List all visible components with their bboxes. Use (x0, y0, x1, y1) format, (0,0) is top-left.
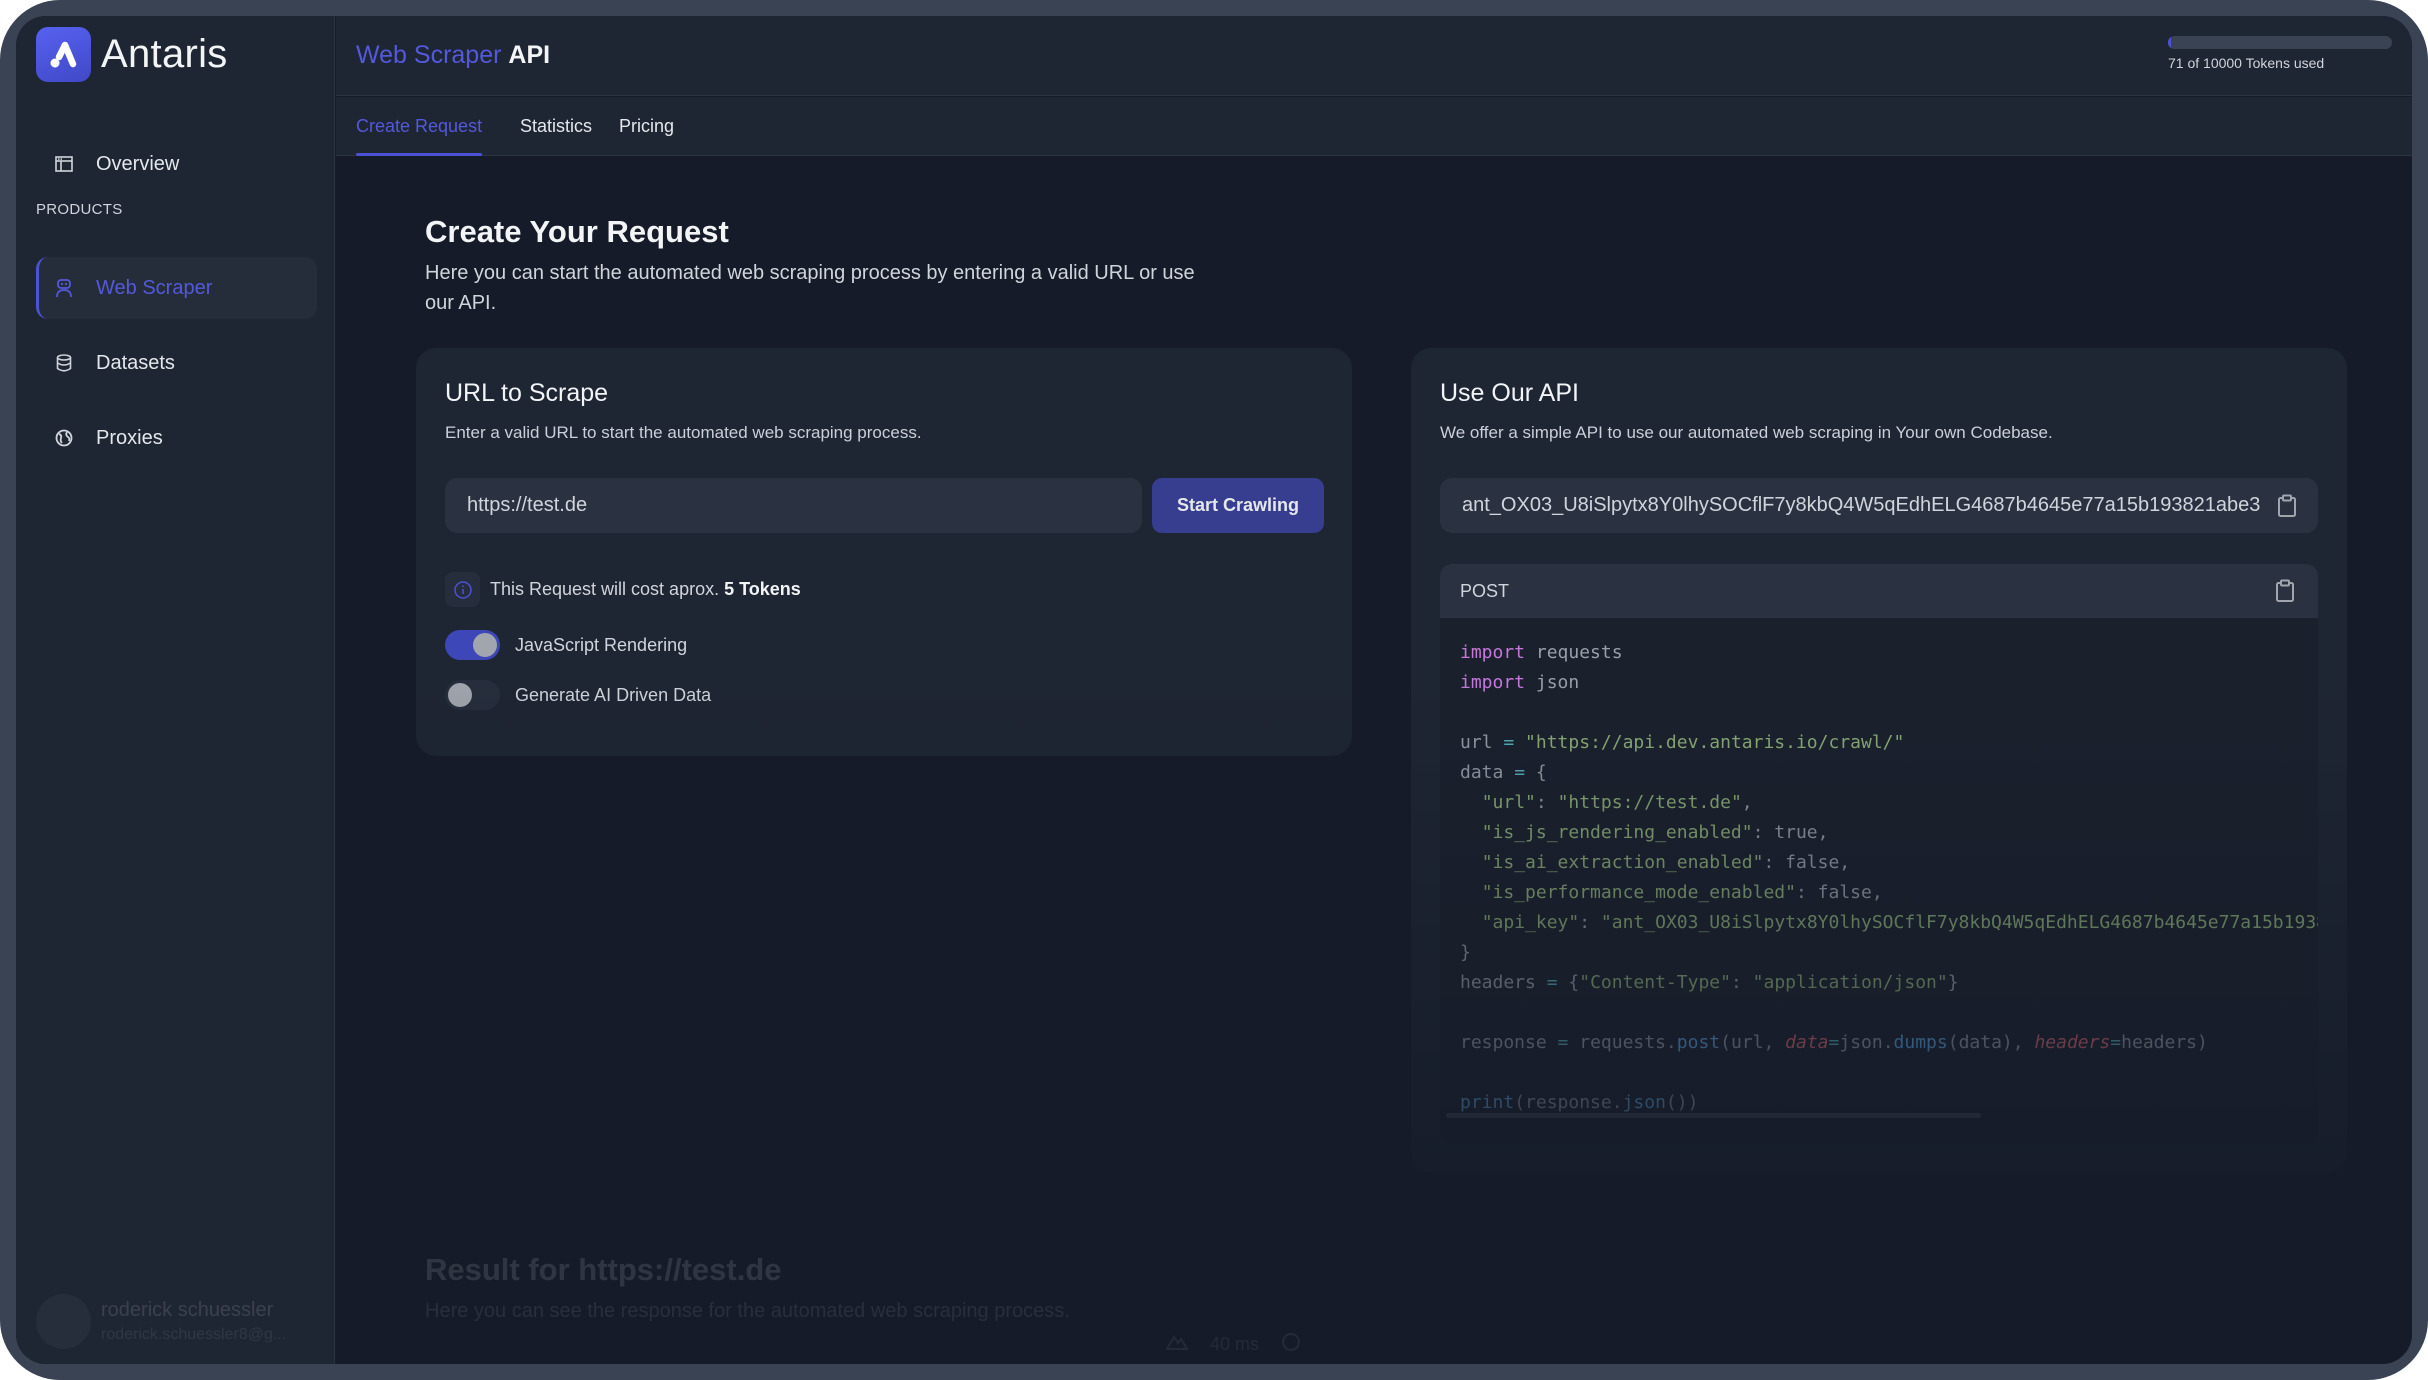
section-label-products: PRODUCTS (36, 201, 123, 218)
avatar (36, 1294, 91, 1349)
use-our-api-card: Use Our API We offer a simple API to use… (1411, 348, 2347, 1173)
url-input[interactable] (445, 478, 1142, 533)
user-email: roderick.schuessler8@g... (101, 1326, 287, 1343)
cost-value: 5 Tokens (724, 579, 801, 599)
code-line: "is_js_rendering_enabled": true, (1481, 822, 1829, 843)
start-crawling-button[interactable]: Start Crawling (1152, 478, 1324, 533)
code-line: url = "https://api.dev.antaris.io/crawl/… (1460, 732, 1905, 753)
app-window: Antaris Overview PRODUCTS Web Scraper Da… (16, 16, 2412, 1364)
robot-icon (54, 278, 74, 298)
sidebar: Antaris Overview PRODUCTS Web Scraper Da… (16, 16, 335, 1364)
code-line: data = { (1460, 762, 1547, 783)
toggle-label: Generate AI Driven Data (515, 684, 712, 705)
info-icon (445, 572, 480, 607)
code-line: import json (1460, 672, 1580, 693)
clipboard-icon[interactable] (2276, 494, 2298, 518)
code-line: "is_performance_mode_enabled": false, (1481, 882, 1883, 903)
toggle-row-js-rendering: JavaScript Rendering (445, 630, 687, 660)
sidebar-item-label: Overview (96, 152, 180, 175)
sidebar-item-label: Datasets (96, 351, 175, 374)
toggle-row-ai-data: Generate AI Driven Data (445, 680, 711, 710)
tab-create-request[interactable]: Create Request (356, 97, 483, 156)
card-description: Enter a valid URL to start the automated… (445, 423, 922, 442)
card-title: Use Our API (1440, 379, 1579, 407)
code-line: import requests (1460, 642, 1623, 663)
code-line: "url": "https://test.de", (1481, 792, 1753, 813)
cost-info: This Request will cost aprox. 5 Tokens (445, 572, 801, 607)
card-description: We offer a simple API to use our automat… (1440, 423, 2053, 442)
tab-statistics[interactable]: Statistics (520, 97, 592, 156)
sidebar-item-label: Web Scraper (96, 276, 213, 299)
toggle-knob (448, 683, 472, 707)
sidebar-item-web-scraper[interactable]: Web Scraper (36, 257, 317, 319)
antaris-logo-icon (36, 27, 91, 82)
http-method: POST (1460, 580, 1510, 601)
brand[interactable]: Antaris (36, 27, 228, 82)
database-icon (54, 353, 74, 373)
brand-name: Antaris (101, 32, 228, 76)
sidebar-item-label: Proxies (96, 426, 163, 449)
result-description: Here you can see the response for the au… (425, 1300, 1070, 1322)
token-usage-fill (2168, 36, 2171, 49)
page-title-rest: API (508, 41, 551, 69)
tab-pricing[interactable]: Pricing (619, 97, 674, 156)
ai-data-toggle[interactable] (445, 680, 500, 710)
result-meta: 40 ms (1165, 1332, 1301, 1357)
code-line: headers = {"Content-Type": "application/… (1460, 972, 1959, 993)
section-title: Create Your Request (425, 214, 729, 249)
page-title: Web Scraper API (356, 41, 550, 70)
page-title-accent: Web Scraper (356, 41, 502, 69)
sidebar-item-overview[interactable]: Overview (36, 133, 317, 195)
mountain-icon (1165, 1334, 1189, 1355)
token-usage-bar (2168, 36, 2392, 49)
token-usage-label: 71 of 10000 Tokens used (2168, 55, 2325, 71)
url-to-scrape-card: URL to Scrape Enter a valid URL to start… (416, 348, 1352, 756)
toggle-label: JavaScript Rendering (515, 634, 688, 655)
tab-bar: Create Request Statistics Pricing (336, 97, 2412, 156)
card-title: URL to Scrape (445, 379, 609, 407)
token-usage: 71 of 10000 Tokens used (2168, 36, 2392, 71)
user-profile[interactable]: roderick schuessler roderick.schuessler8… (36, 1294, 286, 1349)
code-line: response = requests.post(url, data=json.… (1460, 1032, 2208, 1053)
code-line: "is_ai_extraction_enabled": false, (1481, 852, 1851, 873)
code-body: import requests import json url = "https:… (1440, 618, 2318, 1138)
layout-panel-icon (54, 154, 74, 174)
result-title: Result for https://test.de (425, 1252, 782, 1287)
api-key-field[interactable]: ant_OX03_U8iSlpytx8Y0lhySOCflF7y8kbQ4W5q… (1440, 478, 2318, 533)
result-duration: 40 ms (1210, 1334, 1260, 1354)
code-line: } (1460, 942, 1471, 963)
code-header: POST (1440, 564, 2318, 618)
api-key-value: ant_OX03_U8iSlpytx8Y0lhySOCflF7y8kbQ4W5q… (1462, 494, 2261, 516)
cost-text: This Request will cost aprox. (490, 579, 720, 599)
code-snippet: POST import requests import json url = "h… (1440, 564, 2318, 1144)
section-intro: Here you can start the automated web scr… (425, 262, 1195, 314)
js-rendering-toggle[interactable] (445, 630, 500, 660)
clipboard-icon[interactable] (2274, 579, 2296, 603)
main-content: Create Your Request Here you can start t… (336, 157, 2412, 1364)
toggle-knob (473, 633, 497, 657)
sidebar-item-datasets[interactable]: Datasets (36, 332, 317, 394)
sidebar-item-proxies[interactable]: Proxies (36, 407, 317, 469)
horizontal-scrollbar[interactable] (1446, 1113, 1981, 1118)
user-name: roderick schuessler (101, 1299, 274, 1321)
top-header: Web Scraper API 71 of 10000 Tokens used (336, 16, 2412, 96)
code-line: "api_key": "ant_OX03_U8iSlpytx8Y0lhySOCf… (1481, 912, 2318, 933)
globe-icon (54, 428, 74, 448)
clock-icon (1281, 1332, 1301, 1357)
